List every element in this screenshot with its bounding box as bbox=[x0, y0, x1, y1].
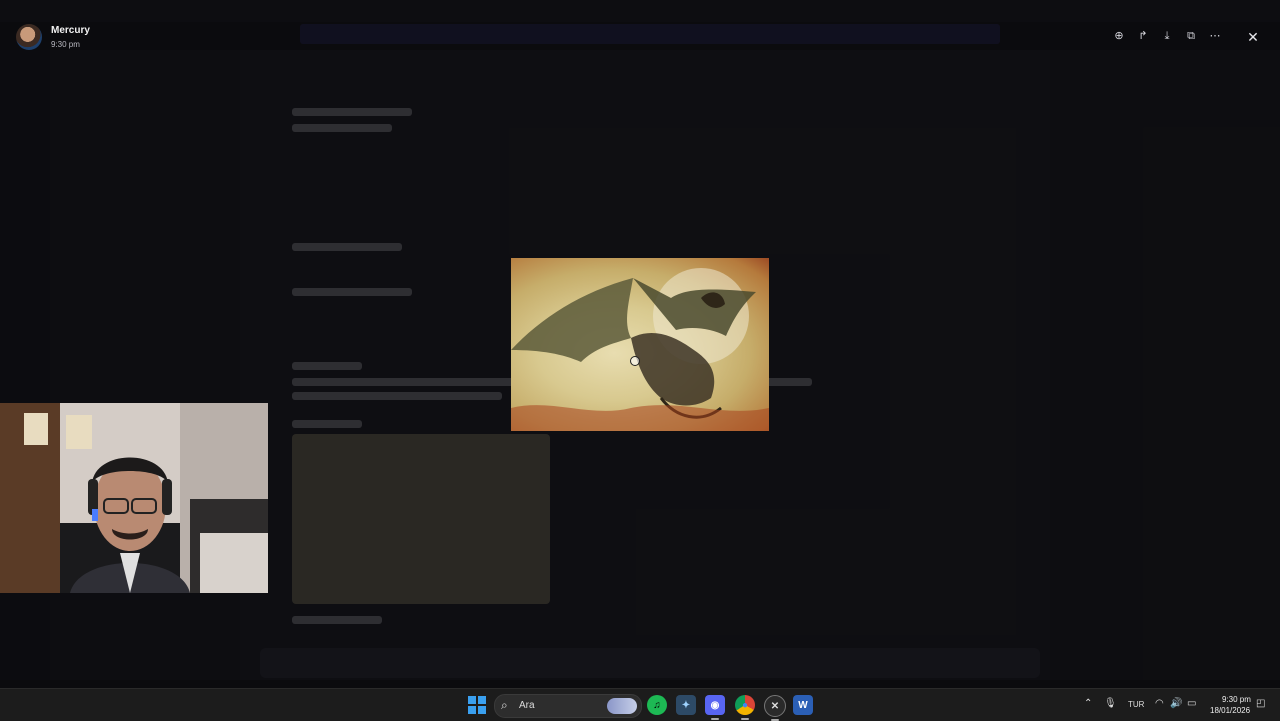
external-link-icon: ⧉ bbox=[1187, 29, 1195, 42]
author-name[interactable]: Mercury bbox=[51, 25, 90, 36]
word-icon: W bbox=[798, 699, 808, 711]
search-highlight-image bbox=[607, 698, 637, 714]
microphone-icon[interactable]: 🎙 bbox=[1104, 698, 1117, 709]
extension-app[interactable]: ✕ bbox=[764, 695, 786, 721]
media-viewer-header: Mercury 9:30 pm ⊕ ↱ ⤓ ⧉ ⋯ ✕ bbox=[0, 18, 1280, 56]
forward-icon: ↱ bbox=[1138, 29, 1148, 42]
extension-icon: ✕ bbox=[770, 700, 780, 712]
search-icon: ⌕ bbox=[501, 698, 508, 712]
game-launcher-app[interactable]: ✦ bbox=[676, 695, 696, 715]
chrome-app[interactable]: ● bbox=[735, 695, 755, 720]
discord-app[interactable]: ◉ bbox=[705, 695, 725, 720]
word-app[interactable]: W bbox=[793, 695, 813, 715]
notification-icon[interactable]: ◰ bbox=[1256, 698, 1265, 709]
spotify-app[interactable]: ♫ bbox=[647, 695, 667, 715]
more-button[interactable]: ⋯ bbox=[1206, 27, 1224, 45]
avatar[interactable] bbox=[16, 24, 42, 50]
volume-icon[interactable]: 🔊 bbox=[1170, 698, 1182, 709]
search-placeholder: Ara bbox=[519, 700, 535, 711]
download-icon: ⤓ bbox=[1164, 29, 1170, 42]
close-button[interactable]: ✕ bbox=[1242, 26, 1264, 48]
battery-icon[interactable]: ▭ bbox=[1187, 698, 1196, 709]
clock-time[interactable]: 9:30 pm bbox=[1222, 695, 1251, 704]
expanded-image[interactable] bbox=[511, 258, 769, 431]
webcam-overlay bbox=[0, 403, 268, 593]
discord-window: Mercury 9:30 pm ⊕ ↱ ⤓ ⧉ ⋯ ✕ bbox=[0, 0, 1280, 688]
zoom-in-button[interactable]: ⊕ bbox=[1110, 27, 1128, 45]
taskbar-search[interactable]: ⌕ Ara bbox=[494, 694, 642, 718]
dragon-illustration bbox=[511, 268, 769, 431]
start-button[interactable] bbox=[468, 696, 486, 714]
taskbar: ⌕ Ara ♫ ✦ ◉ ● ✕ W ⌃ 🎙 TUR ◠ 🔊 ▭ 9:30 pm … bbox=[0, 688, 1280, 721]
download-button[interactable]: ⤓ bbox=[1158, 27, 1176, 45]
webcam-feed bbox=[24, 413, 268, 593]
chrome-icon: ● bbox=[741, 699, 749, 711]
forward-button[interactable]: ↱ bbox=[1134, 27, 1152, 45]
viewer-actions: ⊕ ↱ ⤓ ⧉ ⋯ bbox=[1110, 27, 1224, 45]
wifi-icon[interactable]: ◠ bbox=[1155, 698, 1164, 709]
close-icon: ✕ bbox=[1247, 28, 1259, 45]
message-timestamp: 9:30 pm bbox=[51, 40, 80, 49]
clock-date[interactable]: 18/01/2026 bbox=[1210, 706, 1250, 715]
zoom-in-icon: ⊕ bbox=[1114, 29, 1124, 42]
tray-chevron-icon[interactable]: ⌃ bbox=[1084, 698, 1092, 709]
open-external-button[interactable]: ⧉ bbox=[1182, 27, 1200, 45]
more-icon: ⋯ bbox=[1209, 29, 1221, 42]
spotify-icon: ♫ bbox=[653, 699, 661, 711]
discord-icon: ◉ bbox=[710, 699, 720, 711]
launcher-icon: ✦ bbox=[681, 699, 691, 711]
mouse-cursor bbox=[630, 356, 640, 366]
language-indicator[interactable]: TUR bbox=[1128, 700, 1144, 709]
